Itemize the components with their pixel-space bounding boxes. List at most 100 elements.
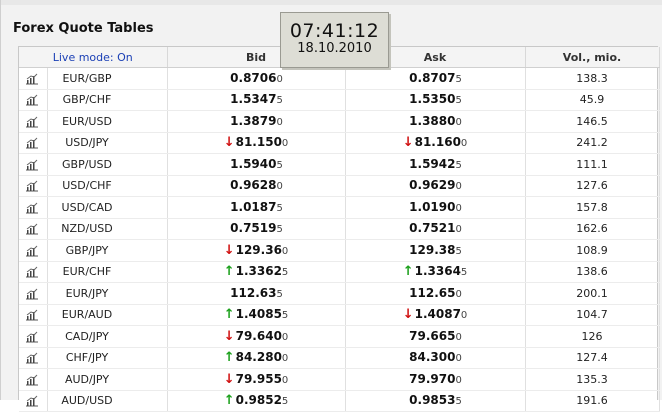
table-row: GBP/USD 1.59405 1.59425 111.1 [19,153,660,176]
ask-price: 79.665 [409,328,456,343]
pair-cell: GBP/USD [47,153,168,176]
table-row: AUD/USD ↑0.98525 0.98535 191.6 [19,390,660,412]
bid-cell: ↓79.9550 [167,368,346,391]
currency-pair: EUR/USD [62,114,112,128]
bid-cell: ↓79.6400 [167,325,346,348]
ask-price: 0.9853 [409,393,456,408]
pair-cell: EUR/AUD [47,304,168,326]
currency-pair: NZD/USD [61,222,113,236]
pair-cell: EUR/CHF [47,261,168,283]
volume-column-header[interactable]: Vol., mio. [525,47,660,68]
ask-pip: 0 [455,331,462,343]
ask-pip: 0 [460,138,468,150]
bid-pip: 5 [276,224,283,236]
pair-cell: EUR/USD [47,110,168,133]
down-arrow-icon: ↓ [402,307,414,323]
ask-price: 1.4087 [414,307,461,322]
ask-cell: ↓81.1600 [345,132,526,154]
pair-cell: USD/CHF [47,175,168,197]
ask-price: 1.5942 [409,156,456,171]
table-row: AUD/JPY ↓79.9550 79.9700 135.3 [19,368,660,391]
ask-pip: 5 [455,73,462,85]
table-row: USD/JPY ↓81.1500 ↓81.1600 241.2 [19,132,660,154]
volume-cell: 157.8 [525,196,660,219]
bid-pip: 0 [281,245,289,257]
down-arrow-icon: ↓ [223,242,235,258]
bid-cell: 1.38790 [167,110,346,133]
ask-pip: 0 [455,353,462,365]
bid-cell: 0.75195 [167,218,346,240]
ask-price: 79.970 [409,371,456,386]
up-arrow-icon: ↑ [223,350,235,366]
volume-cell: 191.6 [525,390,660,412]
table-row: USD/CHF 0.96280 0.96290 127.6 [19,175,660,197]
volume-cell: 162.6 [525,218,660,240]
bid-price: 79.640 [235,328,282,343]
bid-cell: 0.96280 [167,175,346,197]
pair-cell: AUD/USD [47,390,168,412]
ask-cell: 84.3000 [345,347,526,369]
bid-pip: 5 [281,310,289,322]
pair-cell: AUD/JPY [47,368,168,391]
clock-time: 07:41:12 [289,20,380,42]
bid-price: 0.8706 [230,70,277,85]
pair-cell: CAD/JPY [47,325,168,348]
table-row: CAD/JPY ↓79.6400 79.6650 126 [19,325,660,348]
volume-cell: 241.2 [525,132,660,154]
volume-cell: 138.3 [525,67,660,90]
up-arrow-icon: ↑ [223,393,235,409]
live-mode-toggle[interactable]: Live mode: On [19,47,168,68]
table-row: EUR/CHF ↑1.33625 ↑1.33645 138.6 [19,261,660,283]
volume-cell: 111.1 [525,153,660,176]
pair-cell: NZD/USD [47,218,168,240]
ask-cell: 0.98535 [345,390,526,412]
bid-price: 129.36 [235,242,282,257]
table-row: EUR/JPY 112.635 112.650 200.1 [19,282,660,305]
ask-pip: 0 [460,310,468,322]
table-row: GBP/JPY ↓129.360 129.385 108.9 [19,239,660,262]
volume-cell: 127.4 [525,347,660,369]
bid-cell: ↓129.360 [167,239,346,262]
down-arrow-icon: ↓ [223,371,235,387]
ask-pip: 0 [455,288,462,300]
ask-pip: 0 [455,374,462,386]
bid-pip: 5 [276,95,283,107]
ask-price: 81.160 [414,135,461,150]
ask-price: 84.300 [409,350,456,365]
ask-cell: 0.96290 [345,175,526,197]
ask-pip: 0 [455,116,462,128]
volume-cell: 138.6 [525,261,660,283]
table-row: NZD/USD 0.75195 0.75210 162.6 [19,218,660,240]
up-arrow-icon: ↑ [402,264,414,280]
volume-cell: 127.6 [525,175,660,197]
table-row: EUR/AUD ↑1.40855 ↓1.40870 104.7 [19,304,660,326]
currency-pair: EUR/CHF [62,265,112,279]
ask-pip: 5 [455,396,462,408]
bid-cell: ↓81.1500 [167,132,346,154]
bid-price: 79.955 [235,371,282,386]
up-arrow-icon: ↑ [223,307,235,323]
ask-cell: 1.59425 [345,153,526,176]
bid-price: 81.150 [235,135,282,150]
bid-pip: 5 [276,288,283,300]
ask-pip: 5 [460,267,468,279]
currency-pair: AUD/JPY [64,372,110,386]
currency-pair: AUD/USD [61,394,113,408]
volume-cell: 104.7 [525,304,660,326]
currency-pair: USD/CHF [62,179,112,193]
pair-cell: CHF/JPY [47,347,168,369]
quote-panel: Forex Quote Tables 07:41:12 18.10.2010 L… [0,0,662,412]
bid-price: 1.3362 [235,264,282,279]
currency-pair: USD/JPY [65,136,109,150]
ask-cell: 0.75210 [345,218,526,240]
quote-table: Live mode: On Bid Ask Vol., mio. EUR/GBP… [19,47,660,412]
ask-cell: 79.6650 [345,325,526,348]
ask-price: 1.3364 [414,264,461,279]
ask-cell: 0.87075 [345,67,526,90]
bid-price: 1.5940 [230,156,277,171]
ask-price: 112.65 [409,285,456,300]
table-row: EUR/GBP 0.87060 0.87075 138.3 [19,67,660,90]
bid-pip: 5 [281,267,289,279]
bid-pip: 0 [276,181,283,193]
bid-cell: ↑1.33625 [167,261,346,283]
